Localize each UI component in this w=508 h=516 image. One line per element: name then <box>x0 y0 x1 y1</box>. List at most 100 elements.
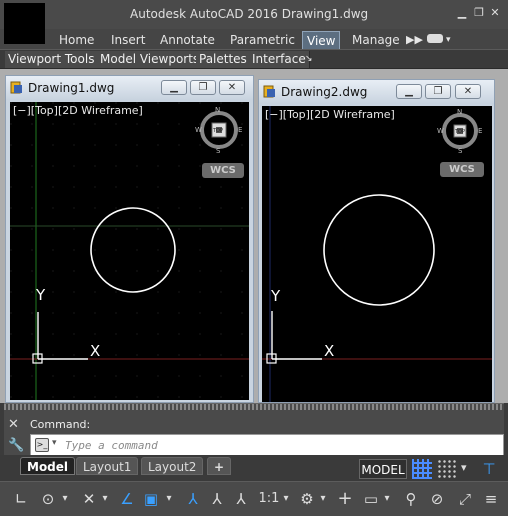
layout-tab-bar: Model Layout1 Layout2 + MODEL ▾ ⊤ <box>0 455 508 481</box>
close-icon[interactable]: ✕ <box>488 6 502 20</box>
viewcube-south[interactable]: S <box>216 147 220 155</box>
viewcube-west[interactable]: W <box>437 127 444 135</box>
lineweight-icon[interactable]: ▣ <box>140 488 162 510</box>
viewcube-west[interactable]: W <box>195 126 202 134</box>
drawing1-window[interactable]: Drawing1.dwg ▁ ❐ ✕ [−][Top][2D Wireframe… <box>5 75 254 403</box>
gear-icon[interactable]: ⚙ <box>296 488 318 510</box>
window-titlebar[interactable]: Drawing2.dwg ▁ ❐ ✕ <box>259 80 494 104</box>
chevron-down-icon[interactable]: ▾ <box>164 488 174 510</box>
ribbon-panel-bar: Viewport Tools Model Viewports Palettes … <box>0 49 508 69</box>
model-canvas[interactable]: [−][Top][2D Wireframe] N S W E TOP WCS X… <box>262 106 492 402</box>
isodraft-icon[interactable]: ⊙ <box>38 488 58 510</box>
drawing-area: Drawing1.dwg ▁ ❐ ✕ [−][Top][2D Wireframe… <box>0 69 508 403</box>
snap-icon[interactable] <box>437 459 457 479</box>
hamburger-menu-icon[interactable]: ≡ <box>480 488 502 510</box>
viewcube-north[interactable]: N <box>215 106 220 114</box>
minimize-ribbon-icon[interactable] <box>427 34 443 43</box>
minimize-icon[interactable]: ▁ <box>455 6 469 20</box>
chevron-down-icon[interactable]: ▾ <box>446 31 451 49</box>
ucs-toggle-icon[interactable]: ⊤ <box>478 459 500 479</box>
add-layout-button[interactable]: + <box>207 457 232 475</box>
close-icon[interactable]: ✕ <box>219 80 245 95</box>
viewcube-east[interactable]: E <box>478 127 482 135</box>
circle-shape <box>323 194 435 306</box>
auto-scale-icon[interactable]: ⅄ <box>206 488 228 510</box>
viewcube-north[interactable]: N <box>457 108 462 116</box>
tab-insert[interactable]: Insert <box>111 31 145 49</box>
isolate-objects-icon[interactable]: ⚲ <box>400 488 422 510</box>
canvas-graphics <box>10 102 249 400</box>
ucs-x-label: X <box>324 342 335 360</box>
plus-icon[interactable]: + <box>334 488 356 510</box>
tab-layout2[interactable]: Layout2 <box>141 457 204 475</box>
window-titlebar[interactable]: Drawing1.dwg ▁ ❐ ✕ <box>6 76 253 100</box>
wrench-icon[interactable]: 🔧 <box>8 438 24 453</box>
chevron-down-icon[interactable]: ▾ <box>318 488 328 510</box>
ucs-y-label: Y <box>271 287 281 305</box>
chevron-down-icon[interactable]: ▾ <box>382 488 392 510</box>
expand-arrow-icon[interactable]: ↘ <box>302 51 316 68</box>
chevron-down-icon[interactable]: ▾ <box>52 438 57 448</box>
osnap-tracking-icon[interactable]: ✕ <box>78 488 100 510</box>
viewport-controls[interactable]: [−][Top][2D Wireframe] <box>265 108 395 121</box>
object-snap-icon[interactable]: ∠ <box>116 488 138 510</box>
tab-manage[interactable]: Manage <box>352 31 400 49</box>
ucs-x-label: X <box>90 342 101 360</box>
tab-home[interactable]: Home <box>59 31 94 49</box>
panel-viewport-tools[interactable]: Viewport Tools <box>5 51 99 68</box>
model-canvas[interactable]: [−][Top][2D Wireframe] N S W E TOP WCS X… <box>10 102 249 400</box>
hardware-acceleration-icon[interactable]: ⊘ <box>426 488 448 510</box>
close-icon[interactable]: ✕ <box>8 417 19 432</box>
wcs-badge[interactable]: WCS <box>440 162 484 177</box>
workspace-icon[interactable]: ▭ <box>360 488 382 510</box>
restore-icon[interactable]: ❐ <box>425 84 451 99</box>
panel-palettes[interactable]: Palettes <box>196 51 251 68</box>
scale-selector[interactable]: 1:1 <box>255 488 283 510</box>
chevron-down-icon[interactable]: ▾ <box>281 488 291 510</box>
annotation-scale-icon[interactable]: ⅄ <box>230 488 252 510</box>
dwg-file-icon <box>10 81 22 94</box>
viewcube-top-face[interactable]: TOP <box>213 128 223 134</box>
clean-screen-icon[interactable]: ⤢ <box>454 488 476 510</box>
tab-annotate[interactable]: Annotate <box>160 31 215 49</box>
chevron-down-icon[interactable]: ▾ <box>60 488 70 510</box>
app-menu-button[interactable] <box>4 3 45 44</box>
tab-parametric[interactable]: Parametric <box>230 31 295 49</box>
command-placeholder: Type a command <box>65 439 158 452</box>
panel-model-viewports[interactable]: Model Viewports <box>97 51 204 68</box>
command-line: ✕ 🔧 Command: >_ ▾ Type a command <box>4 403 504 456</box>
wcs-badge[interactable]: WCS <box>202 163 244 178</box>
restore-icon[interactable]: ❐ <box>472 6 486 20</box>
chevron-down-icon[interactable]: ▾ <box>100 488 110 510</box>
panel-interface[interactable]: Interface <box>249 51 310 68</box>
chevron-down-icon[interactable]: ▾ <box>461 461 467 474</box>
window-title: Autodesk AutoCAD 2016 Drawing1.dwg <box>130 7 369 21</box>
tab-model[interactable]: Model <box>20 457 76 475</box>
command-line-grip[interactable] <box>4 404 504 410</box>
tab-view[interactable]: View <box>302 31 341 49</box>
close-icon[interactable]: ✕ <box>455 84 481 99</box>
drawing2-window[interactable]: Drawing2.dwg ▁ ❐ ✕ [−][Top][2D Wireframe… <box>258 79 495 403</box>
tab-layout1[interactable]: Layout1 <box>76 457 139 475</box>
minimize-icon[interactable]: ▁ <box>396 84 422 99</box>
command-input[interactable]: >_ ▾ Type a command <box>30 434 504 456</box>
command-prompt-icon[interactable]: >_ <box>35 438 49 452</box>
annotation-visibility-icon[interactable]: ⅄ <box>182 488 204 510</box>
ucs-y-label: Y <box>36 286 46 304</box>
window-title: Drawing1.dwg <box>28 81 115 95</box>
minimize-icon[interactable]: ▁ <box>161 80 187 95</box>
grid-icon[interactable] <box>412 459 432 479</box>
viewcube-south[interactable]: S <box>458 147 462 155</box>
model-space-button[interactable]: MODEL <box>359 459 407 479</box>
status-bar: ∟ ⊙ ▾ ✕ ▾ ∠ ▣ ▾ ⅄ ⅄ ⅄ 1:1 ▾ ⚙ ▾ + ▭ ▾ ⚲ … <box>0 481 508 516</box>
command-history-text: Command: <box>30 418 91 431</box>
polar-icon[interactable]: ∟ <box>10 488 32 510</box>
double-chevron-right-icon[interactable]: ▶▶ <box>406 31 423 49</box>
viewcube-east[interactable]: E <box>238 126 242 134</box>
restore-icon[interactable]: ❐ <box>190 80 216 95</box>
dwg-file-icon <box>263 85 275 98</box>
viewcube-top-face[interactable]: TOP <box>455 129 465 135</box>
window-title: Drawing2.dwg <box>281 85 368 99</box>
title-bar: Autodesk AutoCAD 2016 Drawing1.dwg ▁ ❐ ✕ <box>0 0 508 44</box>
viewport-controls[interactable]: [−][Top][2D Wireframe] <box>13 104 143 117</box>
